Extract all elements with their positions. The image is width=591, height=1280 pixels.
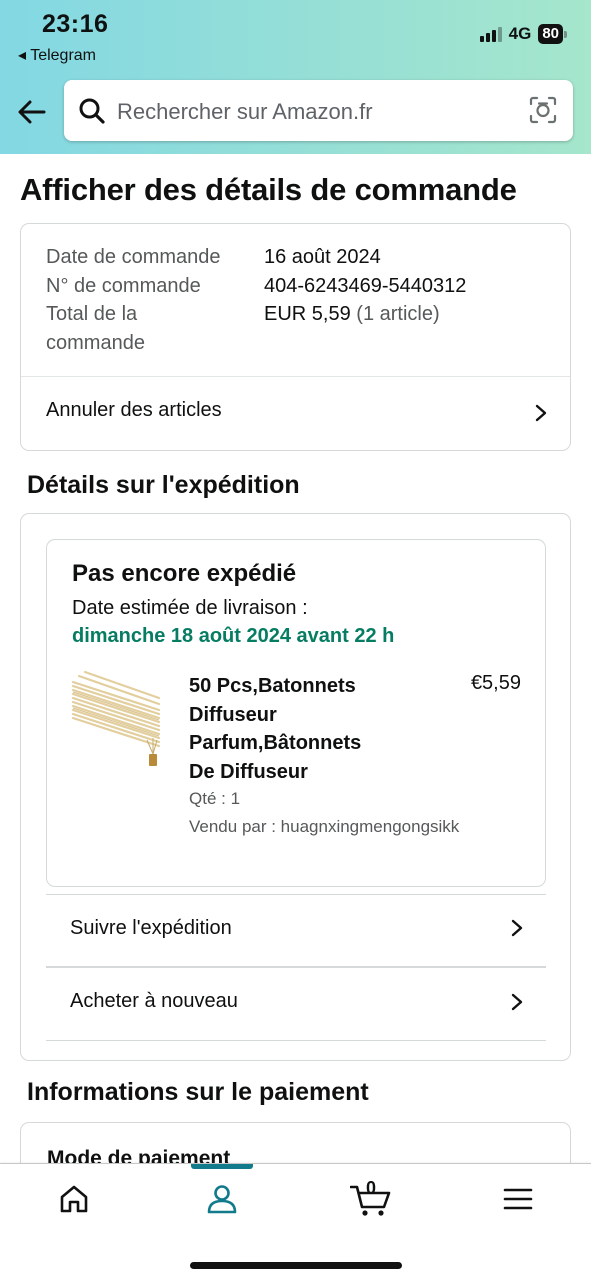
payment-section-title: Informations sur le paiement — [27, 1078, 369, 1106]
order-total-amount: EUR 5,59 — [264, 303, 351, 325]
product-title-line: Parfum,Bâtonnets — [189, 732, 362, 754]
shipping-section-title: Détails sur l'expédition — [27, 471, 300, 499]
order-total-label: Total de la commande — [46, 300, 145, 357]
page-title: Afficher des détails de commande — [20, 172, 517, 207]
back-arrow-icon[interactable] — [16, 96, 48, 128]
chevron-right-icon — [535, 404, 547, 422]
product-title-line: Diffuseur — [189, 703, 277, 726]
order-summary-card: Date de commande 16 août 2024 N° de comm… — [20, 223, 571, 451]
cancel-items-row[interactable]: Annuler des articles — [21, 377, 570, 451]
shipment-card: Pas encore expédié Date estimée de livra… — [20, 513, 571, 1061]
buy-again-label: Acheter à nouveau — [70, 990, 238, 1012]
order-number-label: N° de commande — [46, 274, 201, 297]
product-price: €5,59 — [470, 672, 521, 694]
bottom-navigation: 0 — [0, 1163, 591, 1280]
battery-icon: 80 — [538, 24, 567, 44]
product-title-line: 50 Pcs,Batonnets — [189, 675, 356, 697]
active-tab-indicator — [191, 1164, 253, 1169]
search-placeholder: Rechercher sur Amazon.fr — [117, 99, 373, 124]
network-type: 4G — [508, 24, 532, 43]
app-header: 23:16 ◂ Telegram 4G 80 Rechercher sur Am… — [0, 0, 591, 154]
chevron-right-icon — [511, 919, 523, 937]
buy-again-row[interactable]: Acheter à nouveau — [46, 968, 546, 1040]
track-shipment-label: Suivre l'expédition — [70, 917, 232, 939]
menu-icon[interactable] — [500, 1181, 536, 1217]
account-icon[interactable] — [204, 1181, 240, 1217]
battery-level: 80 — [538, 24, 563, 44]
chevron-right-icon — [511, 993, 523, 1011]
search-input[interactable]: Rechercher sur Amazon.fr — [64, 80, 573, 141]
order-date-label: Date de commande — [46, 246, 221, 268]
product-quantity: Qté : 1 — [189, 789, 241, 808]
cancel-items-label: Annuler des articles — [46, 399, 222, 421]
estimated-delivery-date: dimanche 18 août 2024 avant 22 h — [72, 625, 395, 647]
home-indicator — [190, 1262, 402, 1269]
order-total-label-line2: commande — [46, 331, 145, 354]
product-thumbnail[interactable] — [71, 670, 163, 770]
order-total-count: (1 article) — [356, 303, 440, 325]
track-shipment-row[interactable]: Suivre l'expédition — [46, 895, 546, 967]
search-icon — [79, 98, 105, 124]
divider — [46, 1040, 546, 1041]
home-icon[interactable] — [56, 1181, 92, 1217]
camera-search-icon[interactable] — [529, 96, 557, 124]
order-date-value: 16 août 2024 — [264, 246, 381, 268]
signal-icon — [479, 26, 502, 42]
order-number-value: 404-6243469-5440312 — [264, 274, 467, 297]
status-time: 23:16 — [42, 10, 109, 38]
status-indicators: 4G 80 — [479, 24, 567, 44]
cart-count-badge: 0 — [366, 1178, 377, 1198]
back-to-app-link[interactable]: ◂ Telegram — [18, 45, 96, 65]
estimated-delivery-label: Date estimée de livraison : — [72, 597, 308, 619]
product-seller: Vendu par : huagnxingmengongsikk — [189, 817, 460, 836]
shipment-item-card: Pas encore expédié Date estimée de livra… — [46, 539, 546, 887]
shipment-status: Pas encore expédié — [72, 560, 297, 587]
product-title[interactable]: 50 Pcs,Batonnets Diffuseur Parfum,Bâtonn… — [189, 672, 429, 786]
order-total-value: EUR 5,59 (1 article) — [264, 300, 440, 329]
product-title-line: De Diffuseur — [189, 760, 308, 783]
order-total-label-line1: Total de la — [46, 303, 138, 325]
